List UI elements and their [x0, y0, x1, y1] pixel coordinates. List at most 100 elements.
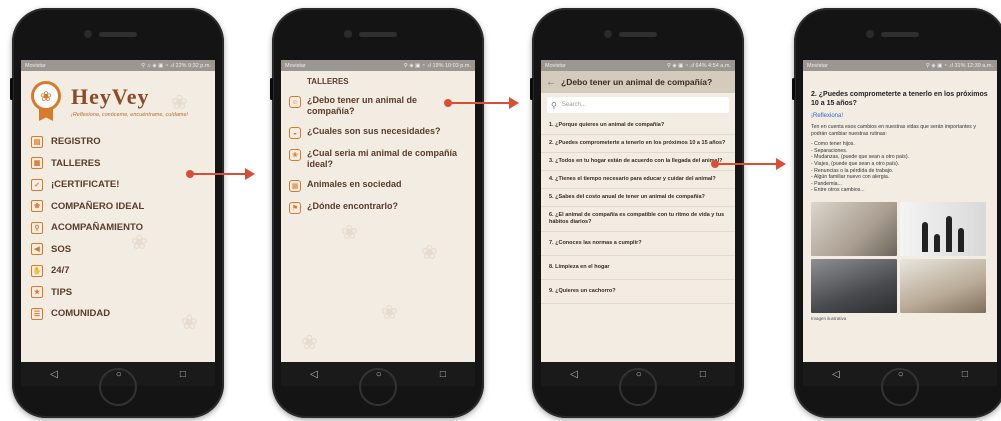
- certificate-icon: ✓: [31, 178, 43, 191]
- taller-item[interactable]: ☺ ¿Debo tener un animal de compañía?: [281, 92, 475, 123]
- paw-bg-icon: ❀: [131, 232, 148, 254]
- menu-item-label: ACOMPAÑAMIENTO: [51, 222, 144, 234]
- question-item[interactable]: 6. ¿El animal de compañía es compatible …: [541, 207, 735, 232]
- menu-item-label: SOS: [51, 243, 72, 255]
- taller-item[interactable]: ▦ Animales en sociedad: [281, 176, 475, 198]
- status-icons: ⚲ ◈ ▣ ◔ .ıl 31% 12:39 a.m.: [925, 62, 993, 69]
- family-silhouette-photo: [900, 201, 986, 256]
- page-title: TALLERES: [307, 77, 349, 86]
- question-title: 2. ¿Puedes comprometerte a tenerlo en lo…: [811, 91, 988, 107]
- baby-hand-photo: [811, 201, 897, 256]
- list-item: - Mudanzas, (puede que sean a otro país)…: [811, 154, 910, 161]
- menu-item-companero-ideal[interactable]: ❀ COMPAÑERO IDEAL: [21, 196, 215, 218]
- home-button[interactable]: [359, 368, 397, 406]
- flow-arrow: [711, 158, 786, 170]
- menu-item-label: ¡CERTIFICATE!: [51, 179, 120, 191]
- question-item[interactable]: 7. ¿Conoces las normas a cumplir?: [541, 232, 735, 256]
- taller-item[interactable]: ◒ ¿Cuales son sus necesidades?: [281, 123, 475, 145]
- hand-icon: ✋: [31, 264, 43, 277]
- paw-icon: ❀: [31, 200, 43, 213]
- taller-item[interactable]: ⚑ ¿Dónde encontrarlo?: [281, 198, 475, 220]
- menu-item-acompanamiento[interactable]: ⚲ ACOMPAÑAMIENTO: [21, 217, 215, 239]
- speaker: [99, 32, 137, 37]
- back-icon[interactable]: ◁: [50, 369, 58, 380]
- list-item: - Entre otros cambios...: [811, 187, 865, 194]
- talleres-screen: Movistar ⚲ ◈ ▣ ◔ .ıl 19% 10:03 p.m. ❀ ❀ …: [281, 60, 475, 386]
- taller-item[interactable]: ❀ ¿Cual seria mi animal de compañía ideal…: [281, 145, 475, 176]
- question-item[interactable]: 1. ¿Porque quieres un animal de compañía…: [541, 117, 735, 135]
- back-icon[interactable]: ◁: [310, 369, 318, 380]
- logo-badge-icon: ❀: [31, 81, 65, 121]
- search-icon: ⚲: [551, 100, 557, 110]
- home-button[interactable]: [619, 368, 657, 406]
- status-bar: Movistar ⚲ ♫ ◈ ▣ ◔ .ıl 22% 9:32 p.m.: [21, 60, 215, 71]
- flow-arrow: [444, 97, 519, 109]
- illustration-collage: [811, 201, 991, 313]
- question-item[interactable]: 2. ¿Puedes comprometerte a tenerlo en lo…: [541, 135, 735, 153]
- search-input[interactable]: ⚲ Search...: [547, 97, 729, 113]
- speaker: [359, 32, 397, 37]
- paw-bg-icon: ❀: [171, 92, 188, 114]
- main-menu: ▤ REGISTRO ▦ TALLERES ✓ ¡CERTIFICATE! ❀ COMP…: [21, 131, 215, 325]
- id-card-icon: ▤: [31, 135, 43, 148]
- back-icon[interactable]: ◁: [832, 369, 840, 380]
- reflect-link[interactable]: ¡Reflexiona!: [811, 113, 991, 119]
- menu-item-registro[interactable]: ▤ REGISTRO: [21, 131, 215, 153]
- storyboard: Movistar ⚲ ♫ ◈ ▣ ◔ .ıl 22% 9:32 p.m. ❀ ❀…: [0, 0, 1001, 421]
- status-icons: ⚲ ◈ ▣ ◔ .ıl 64% 4:54 a.m.: [666, 62, 731, 69]
- taller-label: ¿Cuales son sus necesidades?: [307, 126, 441, 136]
- moving-truck-photo: [900, 258, 986, 313]
- taller-label: ¿Debo tener un animal de compañía?: [307, 95, 418, 116]
- menu-item-label: TIPS: [51, 286, 73, 298]
- menu-item-certificate[interactable]: ✓ ¡CERTIFICATE!: [21, 174, 215, 196]
- home-button[interactable]: [881, 368, 919, 406]
- home-screen: Movistar ⚲ ♫ ◈ ▣ ◔ .ıl 22% 9:32 p.m. ❀ ❀…: [21, 60, 215, 386]
- list-item: - Viajes, (puede que sean a otro país).: [811, 160, 900, 167]
- person-icon: ☺: [289, 96, 301, 108]
- list-item: - Separaciones.: [811, 147, 848, 154]
- search-placeholder: Search...: [561, 102, 586, 108]
- questions-screen: Movistar ⚲ ◈ ▣ ◔ .ıl 64% 4:54 a.m. ← ¿De…: [541, 60, 735, 386]
- status-icons: ⚲ ◈ ▣ ◔ .ıl 19% 10:03 p.m.: [403, 62, 471, 69]
- recent-apps-icon[interactable]: □: [700, 369, 706, 380]
- tips-icon: ★: [31, 286, 43, 299]
- location-icon: ⚑: [289, 202, 301, 214]
- question-item[interactable]: 3. ¿Todos en tu hogar están de acuerdo c…: [541, 153, 735, 171]
- recent-apps-icon[interactable]: □: [440, 369, 446, 380]
- paw-bg-icon: ❀: [301, 332, 318, 354]
- menu-item-label: TALLERES: [51, 157, 101, 169]
- paw-icon: ❀: [289, 149, 301, 161]
- question-item[interactable]: 5. ¿Sabes del costo anual de tener un an…: [541, 189, 735, 207]
- paw-bg-icon: ❀: [181, 312, 198, 334]
- paw-bg-icon: ❀: [381, 302, 398, 324]
- menu-item-sos[interactable]: ◀ SOS: [21, 239, 215, 261]
- question-item[interactable]: 4. ¿Tienes el tiempo necesario para educ…: [541, 171, 735, 189]
- menu-item-24-7[interactable]: ✋ 24/7: [21, 260, 215, 282]
- menu-item-tips[interactable]: ★ TIPS: [21, 282, 215, 304]
- back-icon[interactable]: ◁: [570, 369, 578, 380]
- back-arrow-icon[interactable]: ←: [541, 77, 561, 88]
- taller-label: Animales en sociedad: [307, 179, 402, 189]
- speaker: [881, 32, 919, 37]
- question-item[interactable]: 8. Limpieza en el hogar: [541, 256, 735, 280]
- status-bar: Movistar ⚲ ◈ ▣ ◔ .ıl 64% 4:54 a.m.: [541, 60, 735, 71]
- app-header: [803, 71, 997, 85]
- status-bar: Movistar ⚲ ◈ ▣ ◔ .ıl 31% 12:39 a.m.: [803, 60, 997, 71]
- detail-body: 2. ¿Puedes comprometerte a tenerlo en lo…: [803, 85, 997, 321]
- menu-item-label: COMPAÑERO IDEAL: [51, 200, 145, 212]
- intro-paragraph: Ten en cuenta esos cambios en nuestras v…: [811, 124, 976, 137]
- carrier-label: Movistar: [545, 62, 566, 69]
- phone-questions: Movistar ⚲ ◈ ▣ ◔ .ıl 64% 4:54 a.m. ← ¿De…: [530, 8, 744, 418]
- list-item: - Renuncias o la pérdida de trabajo.: [811, 167, 894, 174]
- recent-apps-icon[interactable]: □: [962, 369, 968, 380]
- home-button[interactable]: [99, 368, 137, 406]
- megaphone-icon: ◀: [31, 243, 43, 256]
- recent-apps-icon[interactable]: □: [180, 369, 186, 380]
- phone-talleres: Movistar ⚲ ◈ ▣ ◔ .ıl 19% 10:03 p.m. ❀ ❀ …: [270, 8, 484, 418]
- question-item[interactable]: 9. ¿Quieres un cachorro?: [541, 280, 735, 304]
- carrier-label: Movistar: [25, 62, 46, 69]
- taller-label: ¿Cual seria mi animal de compañía ideal?: [307, 148, 458, 169]
- worried-man-photo: [811, 258, 897, 313]
- paw-bg-icon: ❀: [341, 222, 358, 244]
- camera: [84, 30, 92, 38]
